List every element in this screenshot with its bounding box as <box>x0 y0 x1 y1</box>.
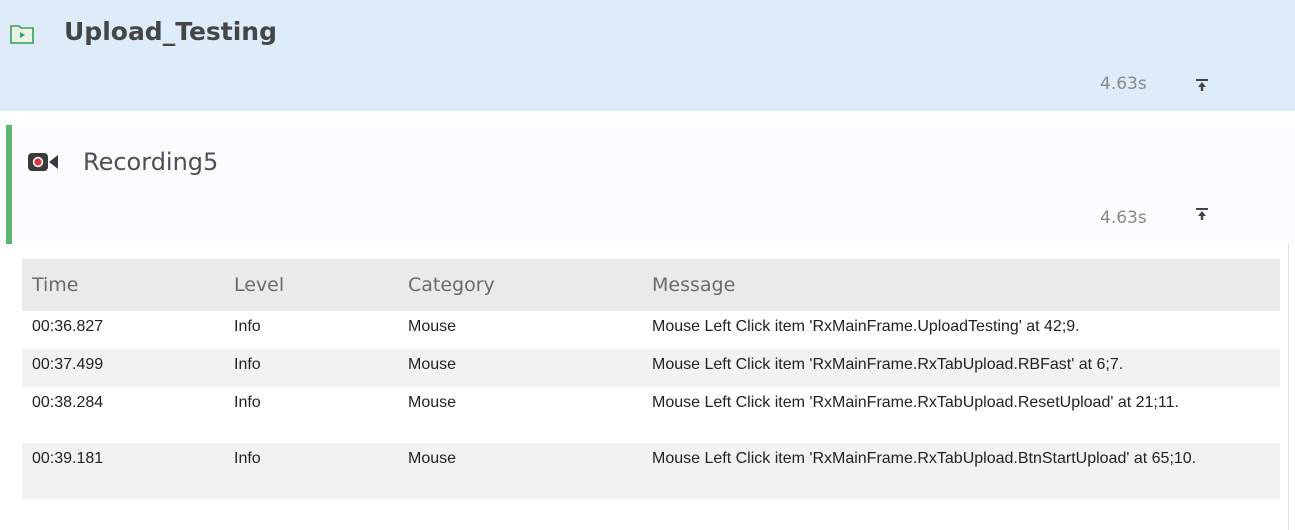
cell-category: Mouse <box>398 349 642 387</box>
collapse-up-icon[interactable] <box>1195 78 1209 92</box>
cell-category: Mouse <box>398 443 642 499</box>
table-row[interactable]: 00:38.284 Info Mouse Mouse Left Click it… <box>22 387 1280 443</box>
cell-level: Info <box>224 443 398 499</box>
cell-level: Info <box>224 387 398 443</box>
cell-message: Mouse Left Click item 'RxMainFrame.RxTab… <box>642 387 1280 443</box>
recording-icon <box>28 153 58 171</box>
column-header-message[interactable]: Message <box>642 259 1280 311</box>
suite-duration: 4.63s <box>1100 74 1147 94</box>
table-row[interactable]: 00:36.827 Info Mouse Mouse Left Click it… <box>22 311 1280 349</box>
suite-header: Upload_Testing 4.63s <box>0 0 1295 111</box>
cell-time: 00:39.181 <box>22 443 224 499</box>
column-header-level[interactable]: Level <box>224 259 398 311</box>
collapse-up-icon[interactable] <box>1195 207 1209 221</box>
log-area: Time Level Category Message 00:36.827 In… <box>16 243 1289 530</box>
cell-level: Info <box>224 311 398 349</box>
recording-duration: 4.63s <box>1100 208 1147 228</box>
column-header-category[interactable]: Category <box>398 259 642 311</box>
log-table: Time Level Category Message 00:36.827 In… <box>22 259 1280 499</box>
cell-level: Info <box>224 349 398 387</box>
cell-message: Mouse Left Click item 'RxMainFrame.Uploa… <box>642 311 1280 349</box>
cell-time: 00:36.827 <box>22 311 224 349</box>
recording-accent-bar <box>6 125 12 244</box>
cell-category: Mouse <box>398 311 642 349</box>
cell-category: Mouse <box>398 387 642 443</box>
cell-message: Mouse Left Click item 'RxMainFrame.RxTab… <box>642 443 1280 499</box>
recording-panel: Recording5 4.63s <box>0 125 1295 245</box>
cell-time: 00:37.499 <box>22 349 224 387</box>
column-header-time[interactable]: Time <box>22 259 224 311</box>
cell-time: 00:38.284 <box>22 387 224 443</box>
play-folder-icon <box>10 25 34 44</box>
recording-title: Recording5 <box>83 148 219 176</box>
suite-title: Upload_Testing <box>64 17 277 46</box>
log-header-row: Time Level Category Message <box>22 259 1280 311</box>
table-row[interactable]: 00:39.181 Info Mouse Mouse Left Click it… <box>22 443 1280 499</box>
cell-message: Mouse Left Click item 'RxMainFrame.RxTab… <box>642 349 1280 387</box>
table-row[interactable]: 00:37.499 Info Mouse Mouse Left Click it… <box>22 349 1280 387</box>
